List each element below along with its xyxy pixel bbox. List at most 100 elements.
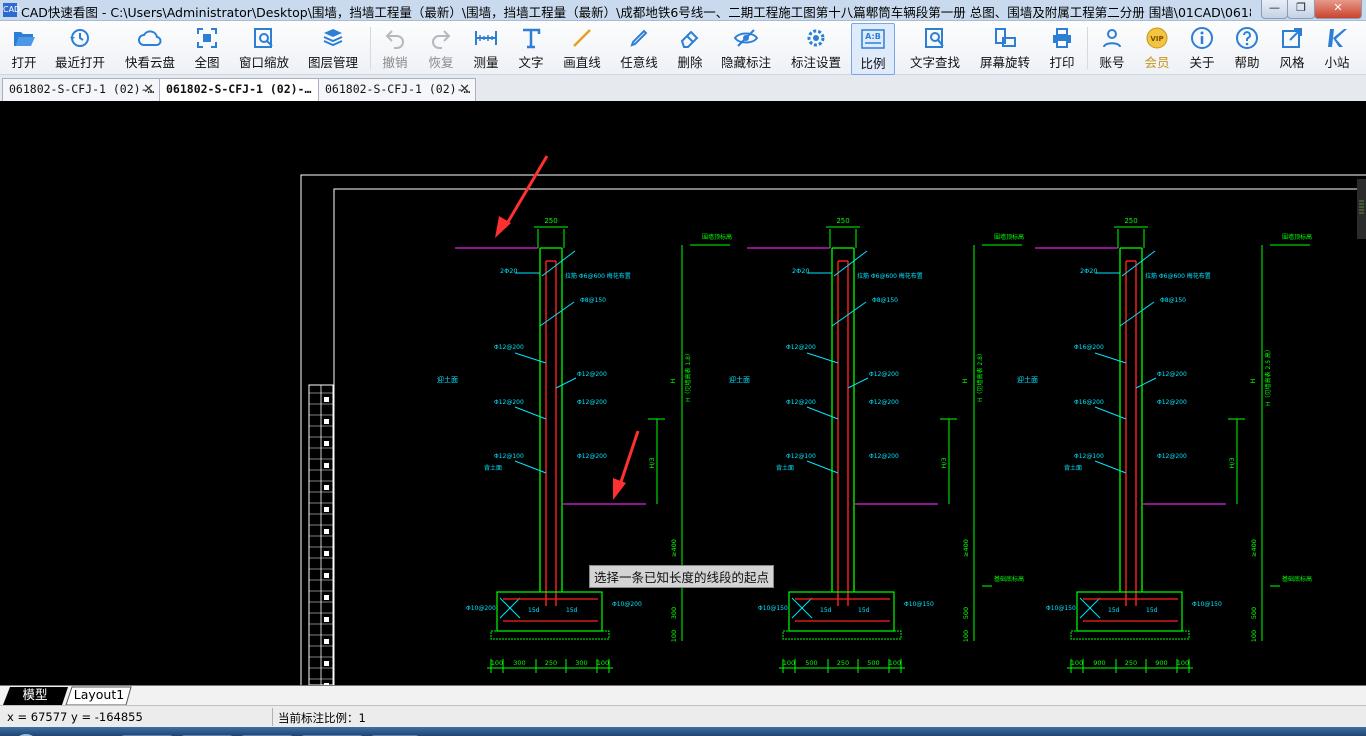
title-table-mark	[324, 507, 329, 512]
footing-rebar-label: Φ10@200	[466, 605, 496, 612]
height-note: H（见墙高表 1.8）	[684, 350, 692, 402]
title-table-mark	[324, 573, 329, 578]
open-button[interactable]: 打开	[2, 23, 46, 73]
wall-width-label: 250	[1124, 217, 1137, 225]
undo-label: 撤销	[382, 55, 408, 70]
footing-rebar-label: Φ10@150	[1192, 601, 1222, 608]
site-button[interactable]: 小站	[1319, 23, 1355, 73]
rebar-label: Φ12@100	[1074, 453, 1104, 460]
status-divider	[272, 708, 273, 726]
leader	[1094, 406, 1127, 420]
measure-button[interactable]: 测量	[468, 23, 504, 73]
redo-button[interactable]: 恢复	[423, 23, 459, 73]
find-text-button[interactable]: 文字查找	[906, 23, 964, 73]
leader	[539, 301, 575, 327]
eraser-icon	[680, 30, 699, 48]
account-button[interactable]: 账号	[1094, 23, 1130, 73]
annotation-scale-status: 当前标注比例：1	[278, 711, 366, 725]
anchorage-label: 15d	[1146, 607, 1158, 614]
text-button[interactable]: 文字	[513, 23, 549, 73]
print-button[interactable]: 打印	[1044, 23, 1080, 73]
minimize-button[interactable]: —	[1261, 0, 1288, 19]
height-label: H	[961, 378, 969, 383]
window-zoom-button[interactable]: 窗口缩放	[236, 23, 292, 73]
window-title: CAD快速看图 - C:\Users\Administrator\Desktop…	[21, 5, 1251, 20]
elevation-label: 基础底标高	[1282, 575, 1312, 583]
layers-icon	[323, 29, 343, 47]
leader	[806, 460, 839, 474]
freehand-button[interactable]: 任意线	[617, 23, 661, 73]
elevation-label: 围墙顶标高	[702, 233, 732, 241]
external-style-icon	[1282, 28, 1302, 48]
cloud-button[interactable]: 快看云盘	[122, 23, 178, 73]
annotation-settings-button[interactable]: 标注设置	[788, 23, 844, 73]
leader	[514, 406, 547, 420]
title-table-mark	[324, 485, 329, 490]
zoom-window-icon	[254, 28, 273, 48]
blinding-layer	[490, 630, 610, 640]
maximize-button[interactable]: ❐	[1287, 0, 1315, 19]
command-prompt-tooltip: 选择一条已知长度的线段的起点	[589, 565, 775, 588]
rebar-label: Φ12@100	[786, 453, 816, 460]
anchorage-label: 15d	[1108, 607, 1120, 614]
height-label: H/3	[648, 457, 656, 468]
document-tab[interactable]: 061802-S-CFJ-1 (02)-… ✕	[318, 78, 476, 101]
window-zoom-label: 窗口缩放	[238, 55, 289, 70]
document-tab-label: 061802-S-CFJ-1 (02)-…	[9, 82, 155, 96]
redo-label: 恢复	[428, 55, 454, 70]
leader	[514, 460, 547, 474]
gear-icon	[807, 29, 825, 47]
close-tab-icon[interactable]: ✕	[459, 79, 470, 100]
help-button[interactable]: 帮助	[1229, 23, 1265, 73]
info-icon	[1191, 27, 1213, 49]
leader	[1135, 377, 1157, 389]
rotate-screen-icon	[995, 28, 1016, 47]
rebar-label: Φ12@200	[786, 344, 816, 351]
site-label: 小站	[1324, 55, 1350, 70]
footing	[496, 591, 603, 632]
layout1-tab[interactable]: Layout1	[72, 686, 126, 704]
title-table-mark	[324, 419, 329, 424]
close-tab-icon[interactable]: ✕	[143, 79, 154, 100]
leader	[514, 352, 547, 364]
undo-button[interactable]: 撤销	[377, 23, 413, 73]
title-table-mark	[324, 551, 329, 556]
base-dim-label: 100	[597, 659, 609, 667]
about-label: 关于	[1189, 55, 1215, 70]
drawing-canvas[interactable]: 250 2Φ20 拉筋 Φ6@600 梅花布置 Φ8@150 Φ12@200 Φ12@20…	[0, 101, 1366, 685]
document-tab[interactable]: 061802-S-CFJ-1 (02)-… ✕	[2, 78, 160, 101]
layout-tab-bar: 模型 Layout1	[0, 685, 1366, 705]
about-button[interactable]: 关于	[1184, 23, 1220, 73]
line-icon	[573, 29, 591, 47]
rebar-label: Φ16@200	[1074, 399, 1104, 406]
vertical-scroll-handle[interactable]	[1357, 179, 1366, 239]
title-table-mark	[324, 397, 329, 402]
scale-button[interactable]: A:B 比例	[851, 23, 895, 75]
leader	[1094, 352, 1127, 364]
document-tab-active[interactable]: 061802-S-CFJ-1 (02)-…	[159, 78, 319, 101]
rebar-label: Φ12@200	[1157, 453, 1187, 460]
base-dim-label: 300	[513, 659, 525, 667]
rebar-label: Φ12@100	[494, 453, 524, 460]
hide-annotation-button[interactable]: 隐藏标注	[719, 23, 773, 73]
leader	[831, 301, 867, 327]
height-label: 100	[670, 630, 678, 642]
account-label: 账号	[1099, 55, 1125, 70]
elevation-label: 基础底标高	[994, 575, 1024, 583]
delete-button[interactable]: 删除	[672, 23, 708, 73]
base-dim-label: 900	[1093, 659, 1105, 667]
line-button[interactable]: 画直线	[560, 23, 604, 73]
layers-button[interactable]: 图层管理	[304, 23, 362, 73]
member-button[interactable]: VIP 会员	[1139, 23, 1175, 73]
style-button[interactable]: 风格	[1274, 23, 1310, 73]
wall-width-label: 250	[836, 217, 849, 225]
rotate-screen-button[interactable]: 屏幕旋转	[977, 23, 1033, 73]
eye-hidden-icon	[733, 29, 759, 47]
close-window-button[interactable]: ✕	[1314, 0, 1362, 19]
title-table-mark	[324, 617, 329, 622]
rebar-label: Φ12@200	[786, 399, 816, 406]
elevation-label: 围墙顶标高	[994, 233, 1024, 241]
recent-button[interactable]: 最近打开	[52, 23, 108, 73]
full-view-button[interactable]: 全图	[189, 23, 225, 73]
model-tab[interactable]: 模型	[12, 686, 58, 704]
